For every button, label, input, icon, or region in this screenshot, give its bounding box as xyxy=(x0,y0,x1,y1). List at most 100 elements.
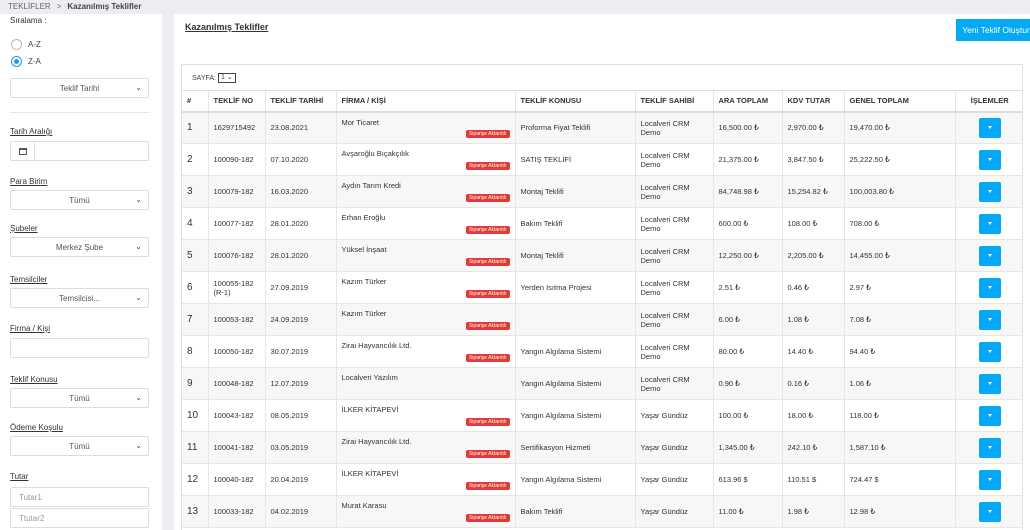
sort-za-option[interactable]: Z-A xyxy=(11,56,41,67)
main-content: Kazanılmış Teklifler Yeni Teklif Oluştur… xyxy=(174,14,1030,530)
actions-dropdown-button[interactable] xyxy=(978,501,1001,522)
subject-select[interactable]: Tümü ⌄ xyxy=(10,388,149,408)
firm-input[interactable] xyxy=(10,338,149,358)
firm-name[interactable]: Avşaroğlu Bıçakçılık xyxy=(342,149,409,158)
subject-value: Tümü xyxy=(69,393,90,403)
cell-index: 2 xyxy=(182,143,209,176)
cell-actions xyxy=(955,431,1022,464)
firm-name[interactable]: Aydın Tarım Kredi xyxy=(342,181,401,190)
cell-vat: 108.00 ₺ xyxy=(782,207,845,240)
table-row[interactable]: 4 100077-182 28.01.2020 Erhan Eroğlu Sipariş… xyxy=(182,207,1022,240)
cell-offer-date: 08.05.2019 xyxy=(265,399,337,432)
firm-name[interactable]: Yüksel İnşaat xyxy=(342,245,387,254)
offers-panel: SAYFA: 1 ⌄ # TEKLİF NO TEKLİF TARİHİ FİRM… xyxy=(181,64,1023,530)
table-row[interactable]: 7 100053-182 24.09.2019 Kazım Türker Sipariş… xyxy=(182,303,1022,336)
actions-dropdown-button[interactable] xyxy=(978,277,1001,298)
table-row[interactable]: 10 100043-182 08.05.2019 İLKER KİTAPEVİ Sipa… xyxy=(182,399,1022,432)
sort-field-select[interactable]: Teklif Tarihi ⌄ xyxy=(10,78,149,98)
table-row[interactable]: 6 100055-182 (R-1) 27.09.2019 Kazım Türker S… xyxy=(182,271,1022,304)
amount2-input[interactable]: Ttutar2 xyxy=(10,508,149,528)
branches-label: Şubeler xyxy=(10,224,38,233)
pager-label: SAYFA: xyxy=(192,74,216,82)
date-range-input[interactable] xyxy=(10,141,149,161)
cell-total: 724.47 $ xyxy=(844,463,956,496)
caret-down-icon xyxy=(987,222,992,225)
cell-index: 9 xyxy=(182,367,209,400)
actions-dropdown-button[interactable] xyxy=(978,373,1001,394)
actions-dropdown-button[interactable] xyxy=(978,213,1001,234)
actions-dropdown-button[interactable] xyxy=(978,245,1001,266)
firm-name[interactable]: Localveri Yazılım xyxy=(342,373,398,382)
cell-offer-date: 27.09.2019 xyxy=(265,271,337,304)
col-header-firm[interactable]: FİRMA / KİŞİ xyxy=(336,90,516,113)
new-offer-button[interactable]: Yeni Teklif Oluştur xyxy=(956,19,1030,41)
chevron-down-icon: ⌄ xyxy=(135,293,142,302)
firm-name[interactable]: Erhan Eroğlu xyxy=(342,213,386,222)
page-select[interactable]: 1 ⌄ xyxy=(218,73,236,83)
col-header-vat[interactable]: KDV TUTAR xyxy=(782,90,845,113)
cell-firm: İLKER KİTAPEVİ Siparişe Aktarıldı xyxy=(336,399,516,432)
table-row[interactable]: 1 1629715492 23.08.2021 Mor Ticaret Siparişe… xyxy=(182,111,1022,144)
table-row[interactable]: 12 100040-182 20.04.2019 İLKER KİTAPEVİ Sipa… xyxy=(182,463,1022,496)
firm-name[interactable]: İLKER KİTAPEVİ xyxy=(342,469,399,478)
actions-dropdown-button[interactable] xyxy=(978,181,1001,202)
firm-name[interactable]: Zirai Hayvancılık Ltd. xyxy=(342,341,412,350)
col-header-offer-date[interactable]: TEKLİF TARİHİ xyxy=(265,90,337,113)
actions-dropdown-button[interactable] xyxy=(978,309,1001,330)
cell-owner: Yaşar Gündüz xyxy=(635,495,714,528)
cell-actions xyxy=(955,175,1022,208)
sort-za-label: Z-A xyxy=(28,57,41,66)
actions-dropdown-button[interactable] xyxy=(978,341,1001,362)
firm-name[interactable]: Murat Karasu xyxy=(342,501,387,510)
firm-name[interactable]: Mor Ticaret xyxy=(342,118,380,127)
col-header-offer-no[interactable]: TEKLİF NO xyxy=(208,90,266,113)
calendar-icon[interactable] xyxy=(11,142,35,160)
actions-dropdown-button[interactable] xyxy=(978,149,1001,170)
col-header-total[interactable]: GENEL TOPLAM xyxy=(844,90,956,113)
col-header-subtotal[interactable]: ARA TOPLAM xyxy=(713,90,783,113)
cell-subtotal: 16,500.00 ₺ xyxy=(713,111,783,144)
status-badge: Siparişe Aktarıldı xyxy=(465,226,510,234)
firm-name[interactable]: Kazım Türker xyxy=(342,309,387,318)
cell-offer-date: 04.02.2019 xyxy=(265,495,337,528)
breadcrumb: TEKLİFLER > Kazanılmış Teklifler xyxy=(0,0,1030,14)
table-row[interactable]: 11 100041-182 03.05.2019 Zirai Hayvancılık … xyxy=(182,431,1022,464)
cell-offer-no: 100055-182 (R-1) xyxy=(208,271,266,304)
rep-select[interactable]: Temsilcisi... ⌄ xyxy=(10,288,149,308)
actions-dropdown-button[interactable] xyxy=(978,437,1001,458)
chevron-down-icon: ⌄ xyxy=(135,242,142,251)
table-row[interactable]: 3 100079-182 16.03.2020 Aydın Tarım Kredi Si… xyxy=(182,175,1022,208)
table-row[interactable]: 2 100090-182 07.10.2020 Avşaroğlu Bıçakçılı… xyxy=(182,143,1022,176)
actions-dropdown-button[interactable] xyxy=(978,405,1001,426)
cell-total: 7.08 ₺ xyxy=(844,303,956,336)
cell-subject: SATIŞ TEKLİFİ xyxy=(515,143,636,176)
firm-name[interactable]: Zirai Hayvancılık Ltd. xyxy=(342,437,412,446)
breadcrumb-root[interactable]: TEKLİFLER xyxy=(8,2,51,11)
caret-down-icon xyxy=(987,254,992,257)
sort-za-radio[interactable] xyxy=(11,56,22,67)
actions-dropdown-button[interactable] xyxy=(978,117,1001,138)
table-row[interactable]: 5 100076-182 28.01.2020 Yüksel İnşaat Sipari… xyxy=(182,239,1022,272)
cell-offer-no: 100050-182 xyxy=(208,335,266,368)
branch-select[interactable]: Merkez Şube ⌄ xyxy=(10,237,149,257)
col-header-owner[interactable]: TEKLİF SAHİBİ xyxy=(635,90,714,113)
sort-az-radio[interactable] xyxy=(11,39,22,50)
payment-select[interactable]: Tümü ⌄ xyxy=(10,436,149,456)
cell-subject: Bakım Teklifi xyxy=(515,495,636,528)
amount-label: Tutar xyxy=(10,472,29,481)
currency-select[interactable]: Tümü ⌄ xyxy=(10,190,149,210)
sort-az-option[interactable]: A-Z xyxy=(11,39,41,50)
firm-name[interactable]: İLKER KİTAPEVİ xyxy=(342,405,399,414)
cell-total: 14,455.00 ₺ xyxy=(844,239,956,272)
cell-offer-no: 100040-182 xyxy=(208,463,266,496)
col-header-subject[interactable]: TEKLİF KONUSU xyxy=(515,90,636,113)
table-row[interactable]: 13 100033-182 04.02.2019 Murat Karasu Sipari… xyxy=(182,495,1022,528)
cell-owner: Localveri CRM Demo xyxy=(635,175,714,208)
caret-down-icon xyxy=(987,446,992,449)
caret-down-icon xyxy=(987,190,992,193)
actions-dropdown-button[interactable] xyxy=(978,469,1001,490)
firm-name[interactable]: Kazım Türker xyxy=(342,277,387,286)
table-row[interactable]: 9 100048-182 12.07.2019 Localveri Yazılım Ya… xyxy=(182,367,1022,400)
table-row[interactable]: 8 100050-182 30.07.2019 Zirai Hayvancılık L… xyxy=(182,335,1022,368)
amount1-input[interactable]: Tutar1 xyxy=(10,487,149,507)
